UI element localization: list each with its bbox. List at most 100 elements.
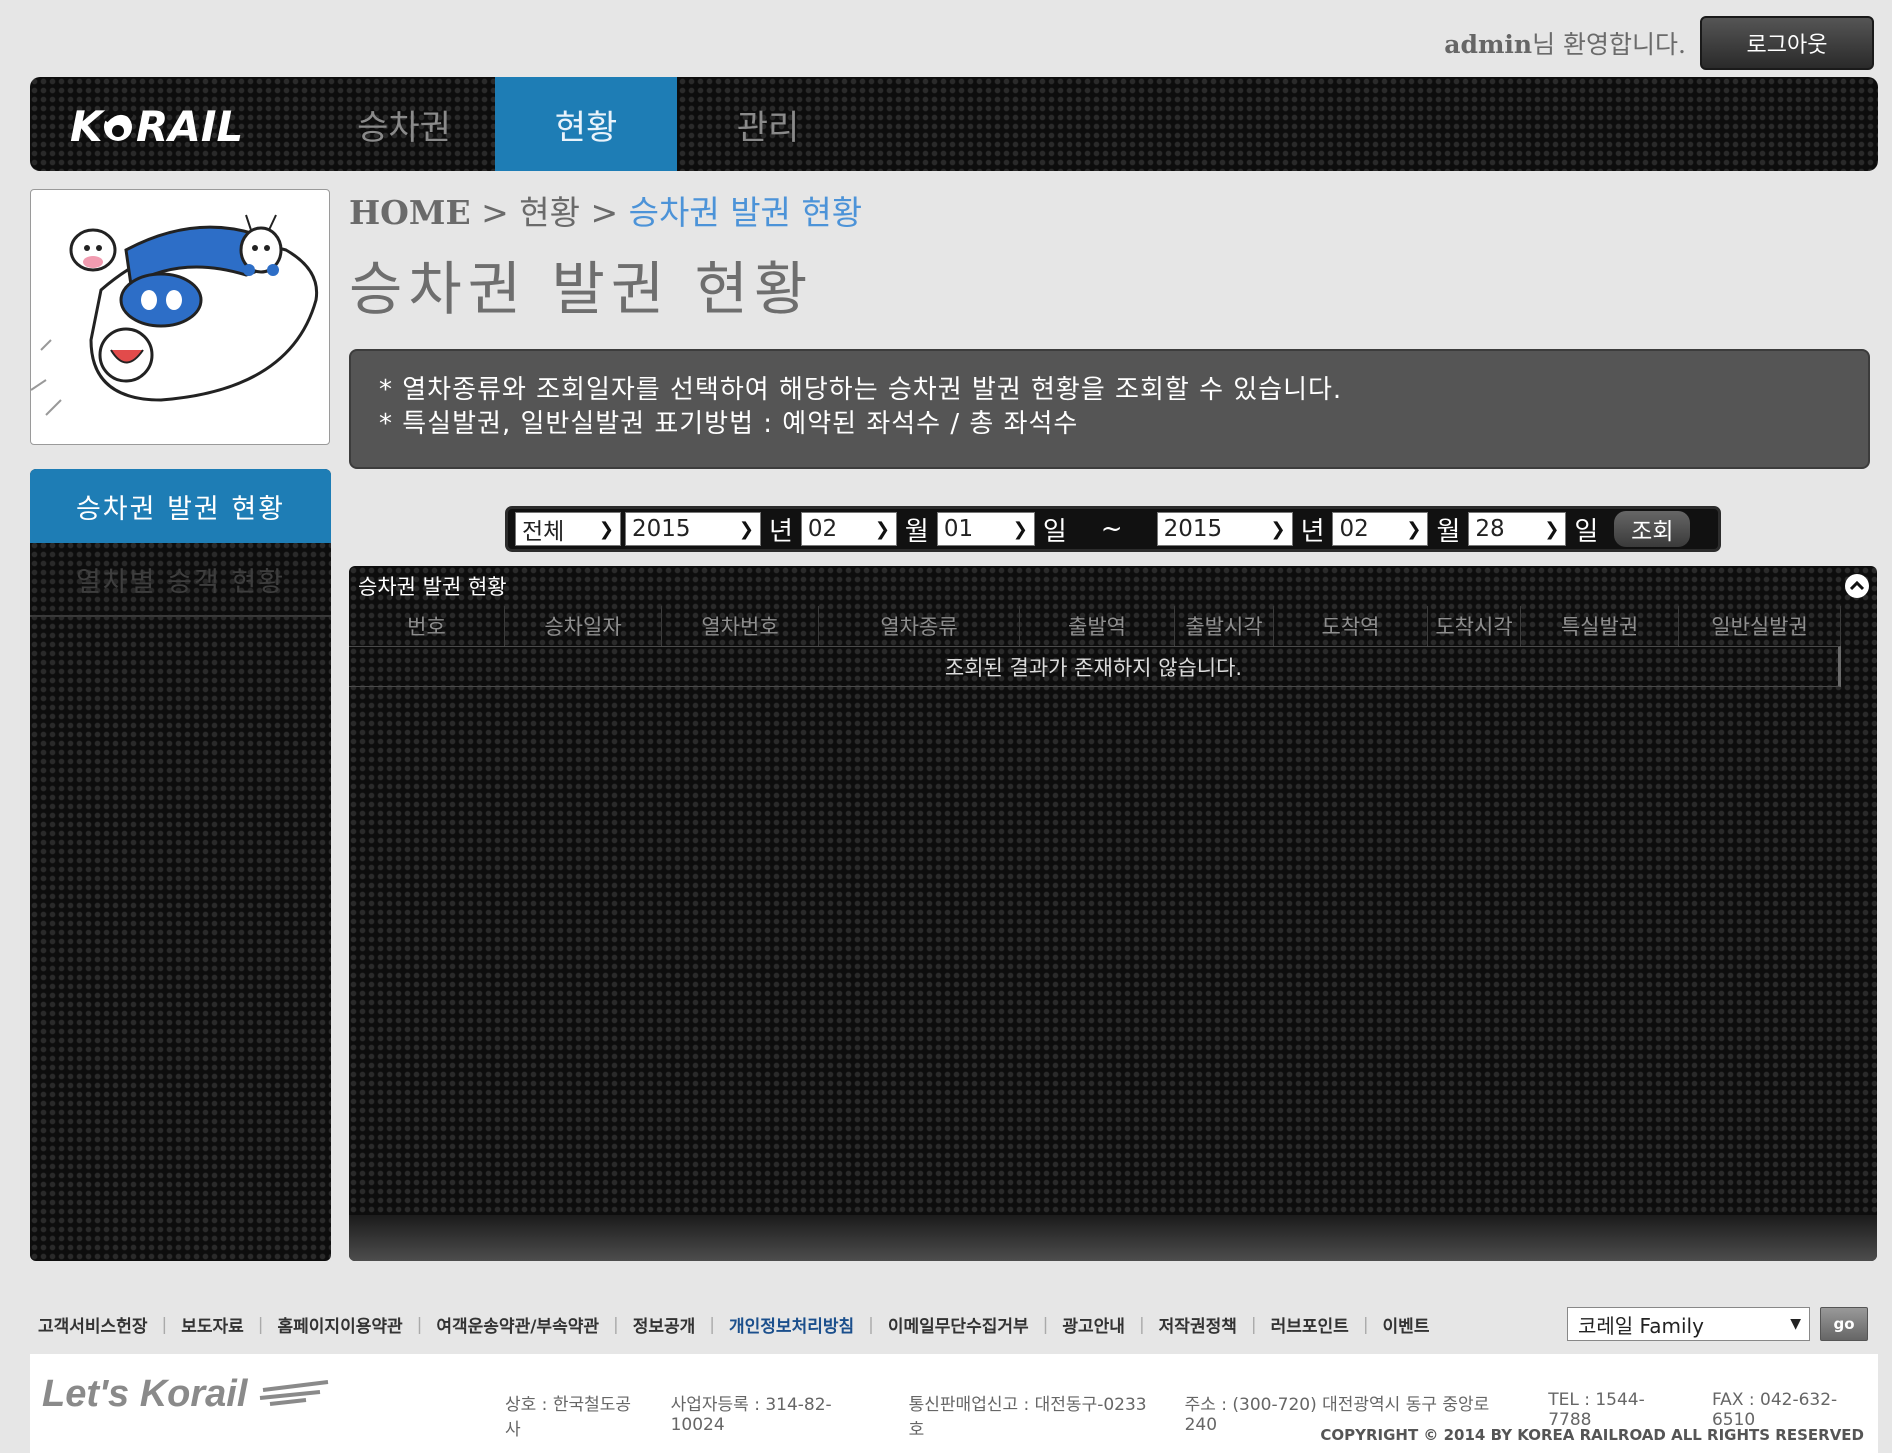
end-year-value: 2015 [1163, 516, 1223, 542]
end-day-select[interactable]: 28 ❯ [1468, 512, 1567, 546]
column-header-train-type[interactable]: 열차종류 [819, 606, 1020, 646]
chevron-down-icon: ❯ [874, 518, 890, 540]
logo-text-rail: RAIL [136, 102, 243, 149]
breadcrumb: HOME > 현황 > 승차권 발권 현황 [349, 186, 862, 234]
footer-separator: | [612, 1314, 619, 1335]
footer-link-press[interactable]: 보도자료 [181, 1312, 244, 1337]
chevron-down-icon: ❯ [1012, 518, 1028, 540]
breadcrumb-section[interactable]: 현황 [519, 193, 580, 232]
family-site-value: 코레일 Family [1578, 1313, 1704, 1338]
footer-link-customer-charter[interactable]: 고객서비스헌장 [38, 1312, 147, 1337]
footer-link-advertising[interactable]: 광고안내 [1062, 1312, 1125, 1337]
train-type-value: 전체 [522, 519, 565, 545]
family-site-select[interactable]: 코레일 Family ▼ [1567, 1307, 1810, 1341]
start-year-value: 2015 [632, 516, 691, 542]
day-unit-label: 일 [1042, 516, 1067, 547]
footer-separator: | [868, 1314, 874, 1335]
footer-separator: | [161, 1314, 168, 1335]
sidebar-item-ticket-issue-status[interactable]: 승차권 발권 현황 [30, 469, 331, 543]
collapse-icon[interactable] [1845, 574, 1869, 598]
column-header-train-no[interactable]: 열차번호 [662, 606, 819, 646]
end-month-select[interactable]: 02 ❯ [1332, 512, 1429, 546]
footer-link-disclosure[interactable]: 정보공개 [633, 1312, 696, 1337]
start-day-select[interactable]: 01 ❯ [936, 512, 1035, 546]
nav-ticket[interactable]: 승차권 [313, 77, 495, 171]
notice-box: * 열차종류와 조회일자를 선택하여 해당하는 승차권 발권 현황을 조회할 수… [349, 349, 1870, 469]
mascot-image [30, 189, 330, 445]
column-header-arrival-time[interactable]: 도착시각 [1428, 606, 1521, 646]
breadcrumb-current: 승차권 발권 현황 [628, 193, 863, 232]
start-month-value: 02 [807, 516, 838, 542]
month-unit-label: 월 [1436, 516, 1461, 547]
footer-link-transport-terms[interactable]: 여객운송약관/부속약관 [436, 1312, 599, 1337]
user-bar: admin님 환영합니다. 로그아웃 [1444, 16, 1874, 70]
grid-header-row: 번호 승차일자 열차번호 열차종류 출발역 출발시각 도착역 도착시각 특실발권… [349, 606, 1877, 646]
chevron-down-icon: ❯ [1406, 518, 1422, 540]
footer-separator: | [709, 1314, 716, 1335]
side-menu: 승차권 발권 현황 열차별 승객 현황 [30, 469, 331, 1261]
chevron-down-icon: ❯ [1270, 518, 1286, 540]
start-year-select[interactable]: 2015 ❯ [625, 512, 761, 546]
end-year-select[interactable]: 2015 ❯ [1156, 512, 1293, 546]
company-name: 상호 : 한국철도공사 [505, 1395, 632, 1440]
footer-separator: | [1250, 1314, 1257, 1335]
footer-link-event[interactable]: 이벤트 [1383, 1312, 1430, 1337]
results-grid: 승차권 발권 현황 번호 승차일자 열차번호 열차종류 출발역 출발시각 도착역… [349, 566, 1877, 1261]
footer-link-email-refusal[interactable]: 이메일무단수집거부 [888, 1312, 1029, 1337]
column-header-no[interactable]: 번호 [349, 606, 505, 646]
breadcrumb-sep: > [579, 193, 629, 232]
footer-link-copyright-policy[interactable]: 저작권정책 [1159, 1312, 1237, 1337]
welcome-message: admin님 환영합니다. [1444, 25, 1686, 61]
notice-line: * 열차종류와 조회일자를 선택하여 해당하는 승차권 발권 현황을 조회할 수… [379, 375, 1343, 405]
copyright: COPYRIGHT © 2014 BY KOREA RAILROAD ALL R… [1320, 1426, 1864, 1444]
sidebar-item-passenger-status[interactable]: 열차별 승객 현황 [30, 543, 331, 617]
footer-separator: | [1042, 1314, 1049, 1335]
logout-button[interactable]: 로그아웃 [1700, 16, 1874, 70]
nav-status[interactable]: 현황 [495, 77, 677, 171]
chevron-down-icon: ❯ [1544, 518, 1560, 540]
year-unit-label: 년 [1300, 516, 1325, 547]
chevron-down-icon: ❯ [738, 518, 754, 540]
query-button[interactable]: 조회 [1614, 511, 1691, 547]
footer-link-terms[interactable]: 홈페이지이용약관 [278, 1312, 403, 1337]
korail-logo[interactable]: K RAIL [70, 99, 290, 151]
breadcrumb-sep: > [470, 193, 520, 232]
start-month-select[interactable]: 02 ❯ [800, 512, 897, 546]
train-type-select[interactable]: 전체 ❯ [515, 512, 621, 546]
column-header-arrival-station[interactable]: 도착역 [1274, 606, 1428, 646]
column-header-date[interactable]: 승차일자 [505, 606, 662, 646]
column-header-first-class[interactable]: 특실발권 [1521, 606, 1679, 646]
lets-korail-logo: Let's Korail [38, 1368, 338, 1422]
footer-info: Let's Korail 상호 : 한국철도공사 사업자등록 : 314-82-… [30, 1354, 1878, 1453]
chevron-down-icon: ❯ [598, 518, 614, 540]
go-button[interactable]: go [1820, 1307, 1868, 1341]
year-unit-label: 년 [769, 516, 793, 547]
main-header: K RAIL 승차권 현황 관리 [30, 77, 1878, 171]
footer-links: 고객서비스헌장 | 보도자료 | 홈페이지이용약관 | 여객운송약관/부속약관 | 정보… [38, 1312, 1430, 1338]
notice-line: * 특실발권, 일반실발권 표기방법 : 예약된 좌석수 / 총 좌석수 [379, 409, 1079, 439]
footer-separator: | [416, 1314, 423, 1335]
footer-link-privacy[interactable]: 개인정보처리방침 [729, 1312, 854, 1337]
column-header-departure-station[interactable]: 출발역 [1020, 606, 1175, 646]
column-header-standard-class[interactable]: 일반실발권 [1679, 606, 1841, 646]
page-title: 승차권 발권 현황 [349, 255, 814, 323]
welcome-suffix: 님 환영합니다. [1532, 30, 1686, 59]
start-day-value: 01 [943, 516, 974, 542]
end-month-value: 02 [1339, 516, 1369, 542]
nav-manage[interactable]: 관리 [677, 77, 859, 171]
day-unit-label: 일 [1574, 516, 1599, 547]
footer-separator: | [257, 1314, 264, 1335]
grid-caption: 승차권 발권 현황 [349, 566, 1877, 606]
breadcrumb-home[interactable]: HOME [349, 193, 471, 232]
grid-caption-text: 승차권 발권 현황 [358, 575, 507, 599]
lets-korail-text: Let's Korail [42, 1373, 249, 1415]
business-number: 사업자등록 : 314-82-10024 [670, 1395, 832, 1435]
month-unit-label: 월 [904, 516, 929, 547]
filter-bar: 전체 ❯ 2015 ❯ 년 02 ❯ 월 01 ❯ 일 ~ 2015 ❯ 년 02 ❯ 월 … [505, 506, 1721, 552]
footer-link-love-point[interactable]: 러브포인트 [1271, 1312, 1349, 1337]
logo-text-k: K [70, 102, 106, 149]
mail-order-registration: 통신판매업신고 : 대전동구-0233호 [908, 1395, 1147, 1440]
column-header-departure-time[interactable]: 출발시각 [1175, 606, 1274, 646]
range-separator: ~ [1100, 514, 1123, 544]
footer-separator: | [1138, 1314, 1145, 1335]
